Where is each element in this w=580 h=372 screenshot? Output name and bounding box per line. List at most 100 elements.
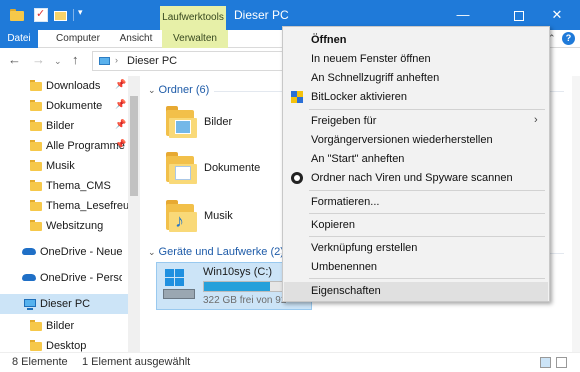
menu-separator <box>309 109 545 110</box>
help-icon[interactable]: ? <box>562 32 575 45</box>
content-scrollbar[interactable] <box>572 76 580 352</box>
menu-item-an-schnellzugriff-anheften[interactable]: An Schnellzugriff anheften <box>284 69 548 88</box>
nav-item-onedrive-personal[interactable]: OneDrive - Personal <box>0 268 128 288</box>
nav-item-downloads[interactable]: Downloads 📌 <box>0 76 128 96</box>
status-bar: 8 Elemente 1 Element ausgewählt <box>0 352 580 372</box>
menu-separator <box>309 278 545 279</box>
chevron-down-icon: ⌄ <box>148 247 156 257</box>
drive-free-space: 322 GB frei von 92 <box>203 295 287 306</box>
tab-verwalten[interactable]: Verwalten <box>162 30 228 48</box>
group-header-label: Geräte und Laufwerke (2) <box>158 246 284 258</box>
scrollbar-thumb[interactable] <box>130 96 138 196</box>
menu-item-eigenschaften[interactable]: Eigenschaften <box>284 282 548 301</box>
folder-icon <box>30 200 42 211</box>
customize-quick-access-chevron-icon[interactable]: ▾ <box>78 7 83 18</box>
menu-item-label: An "Start" anheften <box>311 153 405 165</box>
explorer-folder-icon[interactable] <box>10 8 24 22</box>
breadcrumb-chevron-icon[interactable]: › <box>115 55 118 65</box>
drive-name: Win10sys (C:) <box>203 266 273 278</box>
menu-item-label: Formatieren... <box>311 196 380 208</box>
folder-icon <box>30 220 42 231</box>
music-folder-icon: ♪ <box>166 200 198 234</box>
menu-item-label: An Schnellzugriff anheften <box>311 72 440 84</box>
menu-item-umbenennen[interactable]: Umbenennen <box>284 258 548 277</box>
folder-icon <box>30 140 42 151</box>
menu-item-label: Verknüpfung erstellen <box>311 242 418 254</box>
menu-item-bitlocker-aktivieren[interactable]: BitLocker aktivieren <box>284 88 548 107</box>
nav-item-dokumente[interactable]: Dokumente 📌 <box>0 96 128 116</box>
back-button[interactable]: ← <box>8 52 21 67</box>
folder-icon <box>30 180 42 191</box>
drives-group-header[interactable]: ⌄ Geräte und Laufwerke (2) <box>148 246 284 258</box>
pc-icon <box>22 298 36 310</box>
quick-access-separator <box>73 9 74 21</box>
menu-item-label: Kopieren <box>311 219 356 231</box>
chevron-down-icon: ⌄ <box>148 85 156 95</box>
menu-item-formatieren[interactable]: Formatieren... <box>284 193 548 212</box>
drive-usage-fill <box>204 282 271 291</box>
nav-item-musik[interactable]: Musik <box>0 156 128 176</box>
folder-tile-label: Bilder <box>204 116 233 128</box>
menu-item-oeffnen[interactable]: Öffnen <box>284 31 548 50</box>
new-folder-quick-access-icon[interactable] <box>54 8 68 22</box>
nav-item-label: OneDrive - Personal <box>40 272 122 284</box>
scan-icon <box>291 172 303 184</box>
folders-group-header[interactable]: ⌄ Ordner (6) <box>148 84 209 96</box>
forward-button[interactable]: → <box>32 52 45 67</box>
menu-item-freigeben-fuer[interactable]: Freigeben für › <box>284 112 548 131</box>
folder-tile-label: Musik <box>204 210 233 222</box>
up-button[interactable]: ↑ <box>72 52 79 67</box>
navigation-pane-scrollbar[interactable] <box>128 76 140 352</box>
pc-icon <box>99 57 110 65</box>
nav-item-websitzung[interactable]: Websitzung <box>0 216 128 236</box>
folder-tile-label: Dokumente <box>204 162 261 174</box>
tab-datei[interactable]: Datei <box>0 30 38 48</box>
tab-computer[interactable]: Computer <box>48 30 108 48</box>
menu-item-label: Freigeben für <box>311 115 377 127</box>
nav-item-label: Websitzung <box>46 220 104 232</box>
menu-item-verknuepfung-erstellen[interactable]: Verknüpfung erstellen <box>284 239 548 258</box>
menu-item-label: In neuem Fenster öffnen <box>311 53 431 65</box>
nav-item-desktop[interactable]: Desktop <box>0 336 128 352</box>
nav-item-alle-programme[interactable]: Alle Programme 📌 <box>0 136 128 156</box>
menu-item-vorgaengerversionen[interactable]: Vorgängerversionen wiederherstellen <box>284 131 548 150</box>
menu-item-label: BitLocker aktivieren <box>311 91 407 103</box>
details-view-icon[interactable] <box>540 357 551 368</box>
folder-icon <box>30 120 42 131</box>
pin-icon: 📌 <box>115 79 127 89</box>
nav-item-thema-lesefreunde[interactable]: Thema_Lesefreunde <box>0 196 128 216</box>
recent-locations-chevron-icon[interactable]: ⌄ <box>54 56 62 67</box>
nav-item-label: Musik <box>46 160 75 172</box>
nav-item-label: Dieser PC <box>40 298 91 310</box>
folder-icon <box>30 340 42 351</box>
breadcrumb[interactable]: Dieser PC <box>127 55 177 67</box>
context-menu: Öffnen In neuem Fenster öffnen An Schnel… <box>282 26 550 302</box>
nav-item-label: Bilder <box>46 320 75 332</box>
menu-item-kopieren[interactable]: Kopieren <box>284 216 548 235</box>
pin-icon: 📌 <box>115 139 127 149</box>
navigation-pane: Downloads 📌 Dokumente 📌 Bilder 📌 Alle Pr… <box>0 76 140 352</box>
nav-item-bilder-pc[interactable]: Bilder <box>0 316 128 336</box>
maximize-icon <box>514 10 524 21</box>
menu-item-viren-scannen[interactable]: Ordner nach Viren und Spyware scannen <box>284 169 548 188</box>
menu-separator <box>309 213 545 214</box>
pin-icon: 📌 <box>115 99 127 109</box>
nav-item-dieser-pc[interactable]: Dieser PC <box>0 294 128 314</box>
large-icons-view-icon[interactable] <box>556 357 567 368</box>
menu-item-an-start-anheften[interactable]: An "Start" anheften <box>284 150 548 169</box>
group-header-label: Ordner (6) <box>158 84 210 96</box>
nav-item-label: Thema_CMS <box>46 180 111 192</box>
folder-icon <box>30 80 42 91</box>
folder-icon <box>30 320 42 331</box>
nav-item-thema-cms[interactable]: Thema_CMS <box>0 176 128 196</box>
nav-item-bilder[interactable]: Bilder 📌 <box>0 116 128 136</box>
properties-quick-access-icon[interactable] <box>34 7 48 22</box>
submenu-arrow-icon: › <box>534 114 538 126</box>
menu-item-in-neuem-fenster-oeffnen[interactable]: In neuem Fenster öffnen <box>284 50 548 69</box>
folder-icon <box>30 160 42 171</box>
menu-item-label: Eigenschaften <box>311 285 381 297</box>
nav-item-onedrive-neue-medien[interactable]: OneDrive - Neue Medien <box>0 242 128 262</box>
tab-ansicht[interactable]: Ansicht <box>116 30 156 48</box>
folder-icon <box>30 100 42 111</box>
pictures-folder-icon <box>166 106 198 140</box>
